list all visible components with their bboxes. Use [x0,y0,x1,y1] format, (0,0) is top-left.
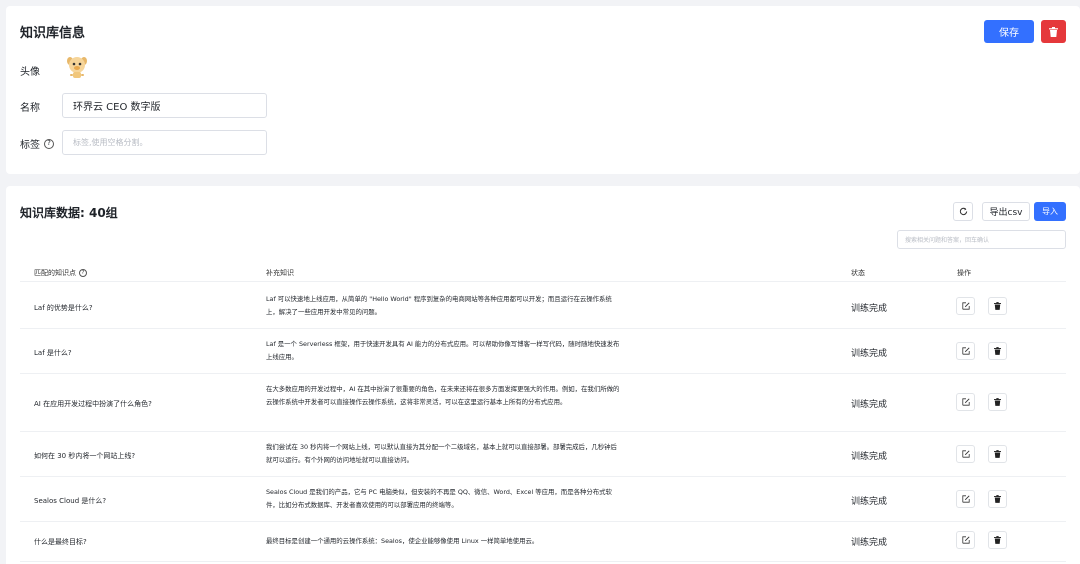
answer-cell: Laf 是一个 Serverless 框架，用于快速开发具有 AI 能力的分布式… [266,340,620,361]
table-row: Laf 是什么? Laf 是一个 Serverless 框架，用于快速开发具有 … [20,329,1066,374]
delete-button[interactable] [988,393,1007,411]
name-label: 名称 [20,103,40,114]
edit-button[interactable] [956,393,975,411]
question-cell: Sealos Cloud 是什么? [34,497,107,505]
question-cell: 如何在 30 秒内将一个网站上线? [34,452,136,460]
trash-icon [994,450,1001,458]
edit-icon [961,495,970,503]
trash-icon [994,398,1001,406]
delete-button[interactable] [988,297,1007,315]
answer-cell: 最终目标是创建一个通用的云操作系统：Sealos，使企业能够像使用 Linux … [266,537,539,545]
tags-label-text: 标签 [20,140,40,151]
data-title: 知识库数据: 40组 [20,206,118,220]
edit-button[interactable] [956,297,975,315]
help-circle-icon[interactable]: ? [79,269,87,277]
status-cell: 训练完成 [851,497,888,507]
avatar-label: 头像 [20,67,40,78]
trash-icon [994,302,1001,310]
table-row: AI 在应用开发过程中扮演了什么角色? 在大多数应用的开发过程中，AI 在其中扮… [20,374,1066,432]
help-circle-icon[interactable]: ? [44,138,54,149]
edit-icon [961,302,970,310]
table-row: 如何在 30 秒内将一个网站上线? 我们尝试在 30 秒内将一个网站上线，可以默… [20,432,1066,477]
edit-button[interactable] [956,445,975,463]
mascot-avatar [67,57,87,78]
trash-icon [994,347,1001,355]
edit-button[interactable] [956,531,975,549]
import-button[interactable]: 导入 [1034,202,1066,221]
name-input[interactable]: 环界云 CEO 数字版 [62,93,267,118]
question-cell: 什么是最终目标? [34,538,87,546]
info-title: 知识库信息 [20,26,86,41]
column-ops: 操作 [957,269,971,277]
status-cell: 训练完成 [851,349,888,359]
tags-label: 标签 ? [20,136,54,151]
edit-icon [961,450,970,458]
question-cell: Laf 是什么? [34,349,72,357]
status-cell: 训练完成 [851,400,888,410]
search-input[interactable]: 搜索相关问题和答案，回车确认 [897,230,1066,249]
table-row: Laf 的优势是什么? Laf 可以快速地上线应用，从简单的 "Hello Wo… [20,284,1066,329]
answer-cell: 我们尝试在 30 秒内将一个网站上线，可以默认直接为其分配一个二级域名，基本上就… [266,443,617,464]
table-header: 匹配的知识点 ? 补充知识 状态 操作 [20,262,1066,282]
trash-icon [994,536,1001,544]
export-csv-button[interactable]: 导出csv [982,202,1030,221]
delete-button[interactable] [988,445,1007,463]
avatar[interactable] [64,54,90,80]
status-cell: 训练完成 [851,452,888,462]
answer-cell: Sealos Cloud 是我们的产品，它与 PC 电脑类似，但安装的不再是 Q… [266,488,612,509]
edit-icon [961,347,970,355]
knowledge-base-data-card: 知识库数据: 40组 导出csv 导入 搜索相关问题和答案，回车确认 匹配的知识… [6,186,1080,564]
answer-cell: Laf 可以快速地上线应用，从简单的 "Hello World" 程序到复杂的电… [266,295,612,316]
status-cell: 训练完成 [851,538,888,548]
trash-icon [1049,26,1058,37]
save-button[interactable]: 保存 [984,20,1034,43]
column-status: 状态 [851,269,865,277]
question-cell: AI 在应用开发过程中扮演了什么角色? [34,400,152,408]
question-cell: Laf 的优势是什么? [34,304,93,312]
answer-cell: 在大多数应用的开发过程中，AI 在其中扮演了很重要的角色，在未来还将在很多方面发… [266,385,620,406]
edit-button[interactable] [956,342,975,360]
knowledge-base-info-card: 知识库信息 保存 头像 名称 环界云 CEO 数字版 标签 ? 标签,使用空格分… [6,6,1080,174]
refresh-button[interactable] [953,202,973,221]
tags-input[interactable]: 标签,使用空格分割。 [62,130,267,155]
delete-button[interactable] [988,342,1007,360]
trash-icon [994,495,1001,503]
table-row: Sealos Cloud 是什么? Sealos Cloud 是我们的产品，它与… [20,477,1066,522]
delete-knowledge-base-button[interactable] [1041,20,1066,43]
edit-icon [961,536,970,544]
table-row: 什么是最终目标? 最终目标是创建一个通用的云操作系统：Sealos，使企业能够像… [20,522,1066,562]
edit-button[interactable] [956,490,975,508]
column-question: 匹配的知识点 ? [34,268,87,278]
column-question-label: 匹配的知识点 [34,269,76,277]
edit-icon [961,398,970,406]
column-answer: 补充知识 [266,269,294,277]
status-cell: 训练完成 [851,304,888,314]
delete-button[interactable] [988,531,1007,549]
refresh-icon [959,207,967,216]
delete-button[interactable] [988,490,1007,508]
